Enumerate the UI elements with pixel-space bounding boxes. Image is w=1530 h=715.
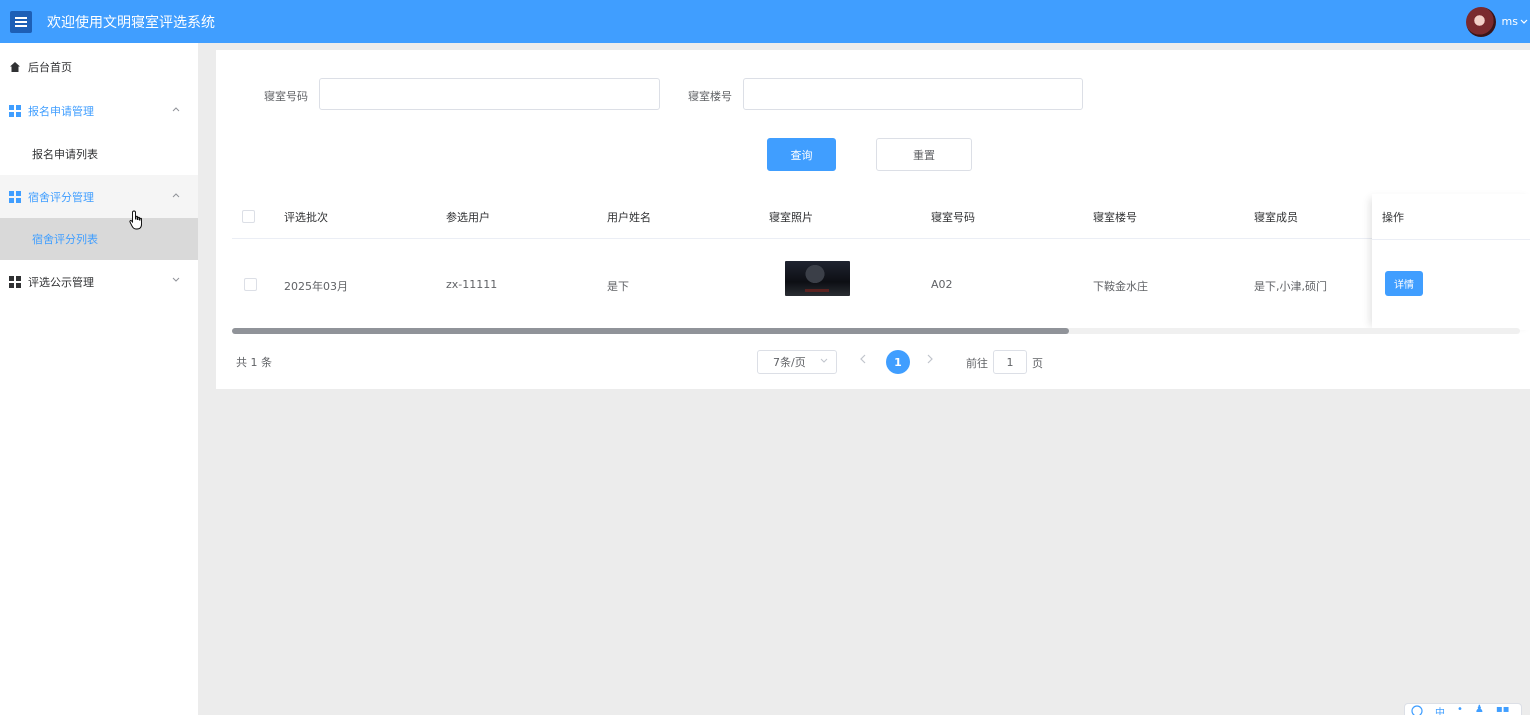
goto-unit: 页 <box>1032 357 1043 370</box>
row-checkbox[interactable] <box>244 278 257 291</box>
sidebar-item-public-announcement[interactable]: 评选公示管理 <box>0 260 198 303</box>
header-building: 寝室楼号 <box>1093 211 1137 224</box>
sidebar-item-application-management[interactable]: 报名申请管理 <box>0 89 198 132</box>
grid-icon <box>9 104 21 117</box>
building-number-input[interactable] <box>743 78 1083 110</box>
app-title: 欢迎使用文明寝室评选系统 <box>47 14 215 31</box>
room-number-input[interactable] <box>319 78 660 110</box>
goto-page-input[interactable]: 1 <box>993 350 1027 374</box>
corner-toolbar[interactable]: 中 • ♟ ▪▪ <box>1404 703 1522 715</box>
page-number-current[interactable]: 1 <box>886 350 910 374</box>
avatar[interactable] <box>1465 6 1496 37</box>
header-room-no: 寝室号码 <box>931 211 975 224</box>
cell-user: zx-11111 <box>446 278 498 291</box>
hand-cursor-icon <box>129 210 142 230</box>
corner-toolbar-label: 中 <box>1435 708 1445 715</box>
select-all-checkbox[interactable] <box>242 210 255 223</box>
prev-page-icon[interactable] <box>859 353 867 365</box>
horizontal-scrollbar[interactable] <box>232 328 1520 334</box>
sidebar-item-home[interactable]: 后台首页 <box>0 45 198 88</box>
sidebar-item-dorm-score-management[interactable]: 宿舍评分管理 <box>0 175 198 218</box>
chevron-down-icon <box>172 277 180 282</box>
cell-members: 是下,小津,硕门 <box>1254 280 1327 293</box>
table-row: 2025年03月 zx-11111 是下 A02 下鞍金水庄 是下,小津,硕门 <box>232 240 1520 328</box>
home-icon <box>9 61 21 73</box>
query-button[interactable]: 查询 <box>767 138 836 171</box>
action-column: 操作 详情 <box>1372 194 1530 330</box>
menu-toggle-button[interactable] <box>10 10 32 33</box>
user-name[interactable]: ms <box>1502 15 1518 28</box>
user-icon: ♟ <box>1474 704 1484 715</box>
grid-icon: ▪▪ <box>1495 704 1510 715</box>
header-name: 用户姓名 <box>607 211 651 224</box>
table-header-row: 评选批次 参选用户 用户姓名 寝室照片 寝室号码 寝室楼号 寝室成员 <box>232 194 1520 239</box>
cell-room-no: A02 <box>931 278 953 291</box>
header-members: 寝室成员 <box>1254 211 1298 224</box>
header-batch: 评选批次 <box>284 211 328 224</box>
next-page-icon[interactable] <box>926 353 934 365</box>
cell-building: 下鞍金水庄 <box>1093 280 1148 293</box>
score-table: 评选批次 参选用户 用户姓名 寝室照片 寝室号码 寝室楼号 寝室成员 2025年… <box>232 194 1530 330</box>
chevron-up-icon <box>172 193 180 198</box>
header-user: 参选用户 <box>446 211 490 224</box>
main-card: 寝室号码 寝室楼号 查询 重置 评选批次 参选用户 用户姓名 寝室照片 寝室号码… <box>216 50 1530 389</box>
sidebar-item-dorm-score-list[interactable]: 宿舍评分列表 <box>0 218 198 260</box>
hamburger-menu-icon <box>15 16 27 27</box>
header-action: 操作 <box>1382 211 1404 224</box>
chevron-up-icon <box>172 107 180 112</box>
smile-icon <box>1411 705 1423 715</box>
sidebar-item-application-list[interactable]: 报名申请列表 <box>0 133 198 175</box>
page-size-select[interactable]: 7条/页 <box>757 350 837 374</box>
detail-button[interactable]: 详情 <box>1385 271 1423 296</box>
reset-button[interactable]: 重置 <box>876 138 972 171</box>
dorm-photo[interactable] <box>785 261 850 296</box>
scrollbar-thumb[interactable] <box>232 328 1069 334</box>
pagination-total: 共 1 条 <box>236 356 272 369</box>
goto-label: 前往 <box>966 357 988 370</box>
header-photo: 寝室照片 <box>769 211 813 224</box>
chevron-down-icon <box>820 358 828 363</box>
cell-batch: 2025年03月 <box>284 280 348 293</box>
sidebar: 后台首页 报名申请管理 报名申请列表 宿舍评分管理 宿舍评分列表 评选公示管理 <box>0 43 198 715</box>
top-header: 欢迎使用文明寝室评选系统 ms <box>0 0 1530 43</box>
building-number-label: 寝室楼号 <box>688 90 732 103</box>
cell-name: 是下 <box>607 280 629 293</box>
chevron-down-icon <box>1520 19 1528 24</box>
grid-icon <box>9 275 21 288</box>
dot-icon: • <box>1457 704 1463 715</box>
room-number-label: 寝室号码 <box>264 90 308 103</box>
user-menu[interactable]: ms <box>1465 0 1530 43</box>
grid-icon <box>9 190 21 203</box>
